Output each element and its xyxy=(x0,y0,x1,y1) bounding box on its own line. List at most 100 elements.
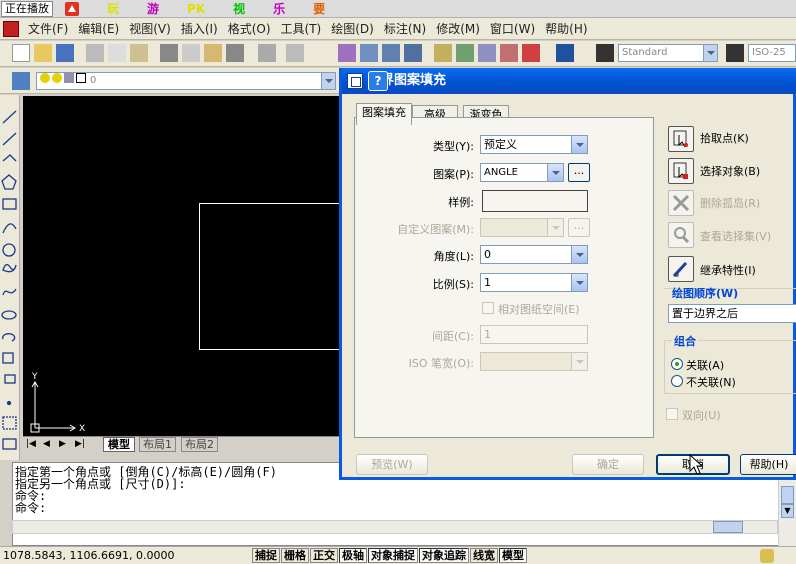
tab-layout2[interactable]: 布局2 xyxy=(181,437,218,452)
tab-nav-last-icon[interactable]: ▶| xyxy=(75,439,85,449)
pattern-select[interactable]: ANGLE xyxy=(480,163,564,182)
cut-icon[interactable] xyxy=(160,44,178,62)
tool-palettes-icon[interactable] xyxy=(478,44,496,62)
menu-file[interactable]: 文件(F) xyxy=(23,20,73,37)
pick-points-button[interactable] xyxy=(668,126,694,152)
command-hscrollbar[interactable] xyxy=(12,520,778,534)
polar-toggle[interactable]: 极轴 xyxy=(339,548,367,563)
spacing-input[interactable]: 1 xyxy=(480,325,588,344)
tab-model[interactable]: 模型 xyxy=(103,437,135,452)
text-style-select[interactable]: Standard xyxy=(618,44,718,62)
tab-nav-first-icon[interactable]: |◀ xyxy=(26,439,36,449)
scroll-down-icon[interactable]: ▼ xyxy=(781,504,794,518)
tab-nav-prev-icon[interactable]: ◀ xyxy=(43,439,50,449)
print-icon[interactable] xyxy=(86,44,104,62)
hscroll-thumb[interactable] xyxy=(713,521,743,533)
markup-icon[interactable] xyxy=(522,44,540,62)
zoom-previous-icon[interactable] xyxy=(404,44,422,62)
scale-select[interactable]: 1 xyxy=(480,273,588,292)
inherit-properties-label[interactable]: 继承特性(I) xyxy=(700,262,756,278)
game-link-6[interactable]: 要 xyxy=(313,0,325,17)
layer-manager-icon[interactable] xyxy=(12,72,30,90)
menu-window[interactable]: 窗口(W) xyxy=(485,20,540,37)
menu-help[interactable]: 帮助(H) xyxy=(540,20,592,37)
grid-toggle[interactable]: 栅格 xyxy=(281,548,309,563)
custom-pattern-select[interactable] xyxy=(480,218,564,237)
ok-button[interactable]: 确定 xyxy=(572,454,644,475)
nonassociative-label[interactable]: 不关联(N) xyxy=(686,374,736,390)
iso-pen-select[interactable] xyxy=(480,352,588,371)
menu-edit[interactable]: 编辑(E) xyxy=(73,20,124,37)
design-center-icon[interactable] xyxy=(456,44,474,62)
snap-toggle[interactable]: 捕捉 xyxy=(252,548,280,563)
sheet-set-icon[interactable] xyxy=(500,44,518,62)
layer-select[interactable]: 0 xyxy=(36,72,336,90)
help-button[interactable]: 帮助(H) xyxy=(740,454,796,475)
tab-hatch[interactable]: 图案填充 xyxy=(356,103,412,125)
tab-layout1[interactable]: 布局1 xyxy=(139,437,176,452)
menu-draw[interactable]: 绘图(D) xyxy=(326,20,379,37)
help-icon[interactable] xyxy=(556,44,574,62)
text-style-icon[interactable] xyxy=(596,44,614,62)
save-icon[interactable] xyxy=(56,44,74,62)
remove-islands-button[interactable] xyxy=(668,190,694,216)
inherit-properties-button[interactable] xyxy=(668,256,694,282)
paste-icon[interactable] xyxy=(204,44,222,62)
zoom-window-icon[interactable] xyxy=(382,44,400,62)
relative-paper-checkbox[interactable] xyxy=(482,302,494,314)
associative-radio[interactable] xyxy=(671,358,683,370)
draw-order-select[interactable]: 置于边界之后 xyxy=(668,304,796,323)
lineweight-toggle[interactable]: 线宽 xyxy=(470,548,498,563)
open-icon[interactable] xyxy=(34,44,52,62)
menu-tools[interactable]: 工具(T) xyxy=(276,20,327,37)
menu-view[interactable]: 视图(V) xyxy=(124,20,176,37)
pattern-swatch[interactable] xyxy=(482,190,588,212)
associative-label[interactable]: 关联(A) xyxy=(686,357,724,373)
menu-format[interactable]: 格式(O) xyxy=(223,20,276,37)
pick-points-label[interactable]: 拾取点(K) xyxy=(700,130,749,146)
game-link-4[interactable]: 视 xyxy=(233,0,245,17)
now-playing-label[interactable]: 正在播放 xyxy=(1,0,53,17)
menu-insert[interactable]: 插入(I) xyxy=(176,20,223,37)
double-checkbox[interactable] xyxy=(666,408,678,420)
dim-style-select[interactable]: ISO-25 xyxy=(748,44,796,62)
undo-icon[interactable] xyxy=(258,44,276,62)
game-link-1[interactable]: 玩 xyxy=(107,0,119,17)
tab-nav-next-icon[interactable]: ▶ xyxy=(59,439,66,449)
drawing-canvas[interactable]: Y X xyxy=(23,96,343,436)
zoom-realtime-icon[interactable] xyxy=(360,44,378,62)
ortho-toggle[interactable]: 正交 xyxy=(310,548,338,563)
select-objects-button[interactable] xyxy=(668,158,694,184)
game-link-3[interactable]: PK xyxy=(187,2,205,16)
app-icon[interactable] xyxy=(3,20,19,37)
copy-icon[interactable] xyxy=(182,44,200,62)
preview-button[interactable]: 预览(W) xyxy=(356,454,428,475)
view-selections-button[interactable] xyxy=(668,222,694,248)
properties-icon[interactable] xyxy=(434,44,452,62)
preview-icon[interactable] xyxy=(108,44,126,62)
osnap-toggle[interactable]: 对象捕捉 xyxy=(368,548,418,563)
new-icon[interactable] xyxy=(12,44,30,62)
pan-icon[interactable] xyxy=(338,44,356,62)
type-select[interactable]: 预定义 xyxy=(480,135,588,154)
help-question-icon[interactable]: ? xyxy=(368,71,388,91)
communication-center-icon[interactable] xyxy=(760,549,774,563)
menu-modify[interactable]: 修改(M) xyxy=(431,20,485,37)
angle-select[interactable]: 0 xyxy=(480,245,588,264)
select-objects-label[interactable]: 选择对象(B) xyxy=(700,163,760,179)
custom-browse-button[interactable]: ... xyxy=(568,218,590,237)
game-link-5[interactable]: 乐 xyxy=(273,0,285,17)
otrack-toggle[interactable]: 对象追踪 xyxy=(419,548,469,563)
pattern-browse-button[interactable]: ... xyxy=(568,163,590,182)
home-icon[interactable] xyxy=(65,1,79,16)
publish-icon[interactable] xyxy=(130,44,148,62)
scroll-thumb[interactable] xyxy=(781,486,794,504)
dialog-titlebar[interactable]: 边界图案填充 ? xyxy=(342,68,796,94)
nonassociative-radio[interactable] xyxy=(671,375,683,387)
redo-icon[interactable] xyxy=(286,44,304,62)
game-link-2[interactable]: 游 xyxy=(147,0,159,17)
model-toggle[interactable]: 模型 xyxy=(499,548,527,563)
menu-dimension[interactable]: 标注(N) xyxy=(379,20,431,37)
dim-style-icon[interactable] xyxy=(726,44,744,62)
match-properties-icon[interactable] xyxy=(226,44,244,62)
